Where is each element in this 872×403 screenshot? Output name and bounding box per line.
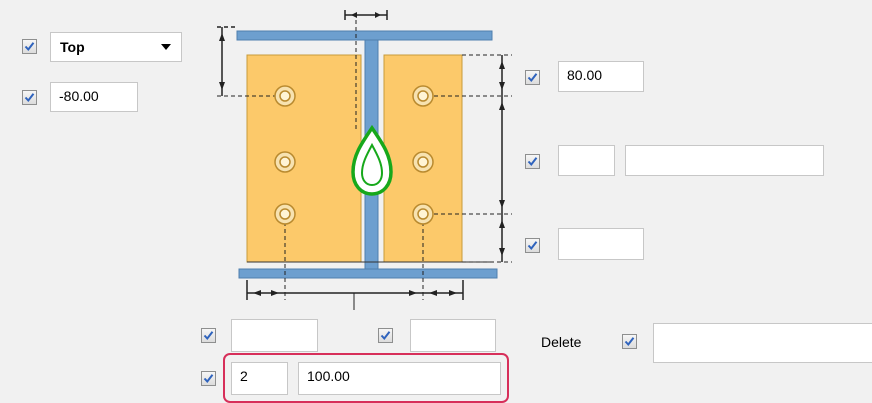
bolt-icon bbox=[412, 85, 434, 107]
highlight-box bbox=[223, 353, 509, 403]
checkmark-icon bbox=[380, 331, 391, 341]
right-edge-checkbox[interactable] bbox=[378, 328, 393, 343]
position-dropdown[interactable]: Top bbox=[50, 32, 182, 62]
bolt-count-checkbox[interactable] bbox=[201, 371, 216, 386]
right-edge-input[interactable] bbox=[410, 319, 496, 352]
connection-dialog: { "position_select": { "value": "Top" },… bbox=[0, 0, 872, 403]
top-offset-input[interactable]: -80.00 bbox=[50, 82, 138, 112]
middle-count-input[interactable] bbox=[558, 145, 615, 176]
delete-input[interactable] bbox=[653, 323, 872, 363]
bolt-icon bbox=[412, 151, 434, 173]
checkmark-icon bbox=[527, 241, 538, 251]
steel-beam-bolt-diagram bbox=[217, 10, 512, 310]
bottom-spacing-checkbox[interactable] bbox=[525, 238, 540, 253]
bolt-icon bbox=[412, 203, 434, 225]
delete-checkbox[interactable] bbox=[622, 334, 637, 349]
delete-label: Delete bbox=[541, 334, 582, 350]
left-edge-input[interactable] bbox=[231, 319, 318, 352]
top-flange bbox=[236, 30, 493, 41]
checkmark-icon bbox=[527, 157, 538, 167]
top-spacing-checkbox[interactable] bbox=[525, 70, 540, 85]
left-edge-checkbox[interactable] bbox=[201, 328, 216, 343]
top-spacing-input[interactable]: 80.00 bbox=[558, 61, 644, 92]
bolt-icon bbox=[274, 85, 296, 107]
bolt-icon bbox=[274, 151, 296, 173]
checkmark-icon bbox=[527, 73, 538, 83]
bolt-icon bbox=[274, 203, 296, 225]
checkmark-icon bbox=[203, 374, 214, 384]
checkmark-icon bbox=[24, 42, 35, 52]
checkmark-icon bbox=[203, 331, 214, 341]
position-checkbox[interactable] bbox=[22, 39, 37, 54]
position-dropdown-value: Top bbox=[60, 39, 85, 55]
middle-spacing-input[interactable] bbox=[625, 145, 824, 176]
chevron-down-icon bbox=[161, 44, 171, 50]
middle-spacing-checkbox[interactable] bbox=[525, 154, 540, 169]
top-offset-checkbox[interactable] bbox=[22, 90, 37, 105]
bottom-flange bbox=[238, 268, 498, 279]
checkmark-icon bbox=[24, 93, 35, 103]
checkmark-icon bbox=[624, 337, 635, 347]
left-plate bbox=[246, 54, 362, 263]
bottom-spacing-input[interactable] bbox=[558, 228, 644, 260]
